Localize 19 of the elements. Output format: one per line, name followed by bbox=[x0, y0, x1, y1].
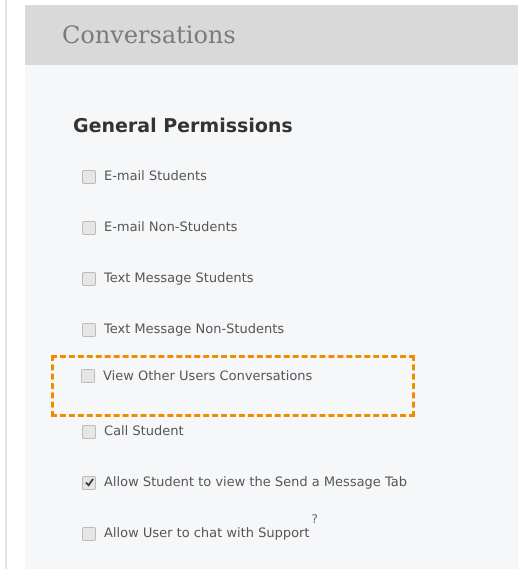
checkbox-label: Allow User to chat with Support bbox=[104, 526, 310, 541]
panel-title: Conversations bbox=[62, 21, 236, 49]
checkbox[interactable] bbox=[82, 476, 96, 490]
checkbox-label: E-mail Non-Students bbox=[104, 220, 238, 235]
checkbox[interactable] bbox=[82, 526, 96, 540]
checkbox[interactable] bbox=[82, 170, 96, 184]
checkbox[interactable] bbox=[82, 322, 96, 336]
checkbox-label: Call Student bbox=[104, 424, 184, 439]
checkbox[interactable] bbox=[82, 424, 96, 438]
section-heading: General Permissions bbox=[73, 115, 294, 137]
checkbox-label: View Other Users Conversations bbox=[103, 369, 312, 384]
checkbox-label: Allow Student to view the Send a Message Tab bbox=[104, 475, 407, 490]
checkbox[interactable] bbox=[82, 220, 96, 234]
help-mark[interactable]: ? bbox=[311, 512, 318, 526]
checkbox[interactable] bbox=[82, 272, 96, 286]
checkbox-label: Text Message Students bbox=[104, 271, 254, 286]
checkbox-label: E-mail Students bbox=[104, 169, 207, 184]
checkbox-label: Text Message Non-Students bbox=[104, 322, 284, 337]
checkbox[interactable] bbox=[81, 369, 95, 383]
